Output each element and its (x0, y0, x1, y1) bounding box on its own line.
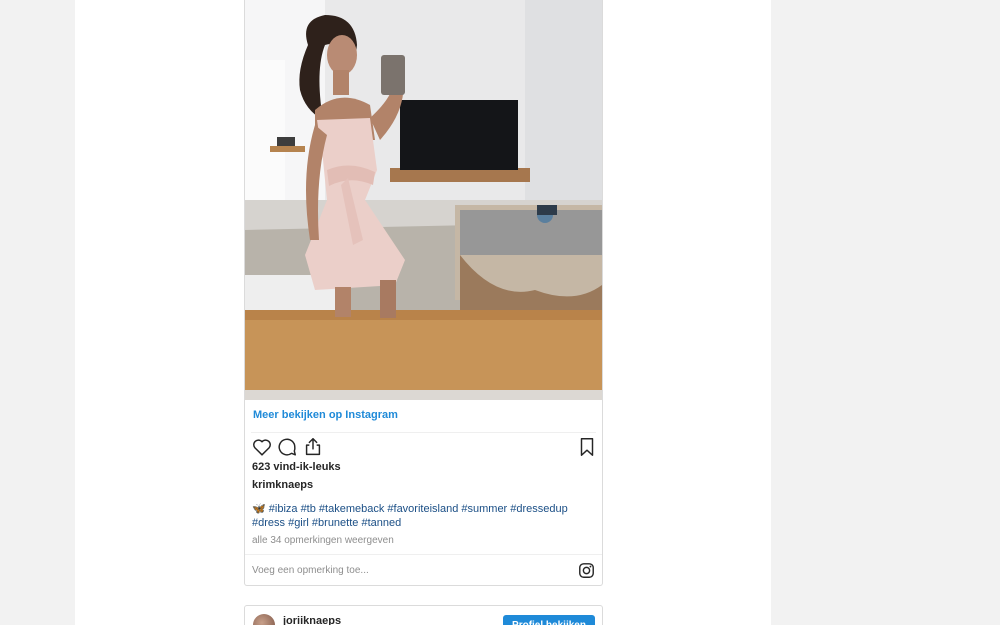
share-icon[interactable] (302, 436, 324, 458)
post-author-username[interactable]: krimknaeps (252, 479, 313, 491)
instagram-embed-card: Meer bekijken op Instagram 623 vind-ik-l… (244, 0, 603, 586)
caption-hashtags[interactable]: #ibiza #tb #takemeback #favoriteisland #… (252, 503, 568, 529)
next-post-username[interactable]: joriiknaeps (283, 615, 341, 625)
divider (245, 554, 602, 555)
add-comment-input[interactable]: Voeg een opmerking toe... (252, 565, 369, 576)
comment-icon[interactable] (276, 436, 298, 458)
view-more-on-instagram-link[interactable]: Meer bekijken op Instagram (253, 409, 398, 421)
next-embed-card: joriiknaeps Profiel bekijken (244, 605, 603, 625)
butterfly-emoji: 🦋 (252, 503, 266, 515)
instagram-icon[interactable] (578, 562, 595, 579)
likes-count: 623 vind-ik-leuks (252, 461, 341, 473)
post-caption: 🦋 #ibiza #tb #takemeback #favoriteisland… (252, 503, 597, 530)
post-photo[interactable] (245, 0, 602, 400)
view-all-comments-link[interactable]: alle 34 opmerkingen weergeven (252, 535, 394, 546)
avatar[interactable] (253, 614, 275, 625)
view-profile-button[interactable]: Profiel bekijken (503, 615, 595, 625)
heart-icon[interactable] (251, 436, 273, 458)
bookmark-icon[interactable] (576, 436, 598, 458)
post-photo-illustration (245, 0, 602, 400)
divider (251, 432, 596, 433)
